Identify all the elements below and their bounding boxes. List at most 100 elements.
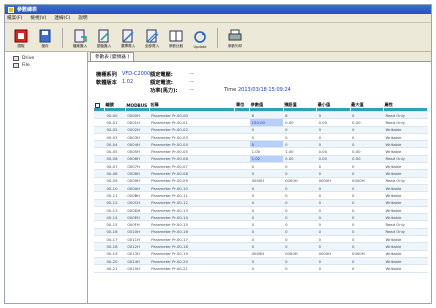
table-row[interactable]: 00-17 0011H Parameter Pr.00-17 0 0 0 0 Writable xyxy=(94,235,428,244)
row-select-cell[interactable] xyxy=(94,126,105,134)
row-select-cell[interactable] xyxy=(94,220,105,229)
row-select-cell[interactable] xyxy=(94,169,105,178)
table-cell: Read Only xyxy=(383,228,428,237)
table-cell[interactable]: 0 xyxy=(249,184,284,193)
row-select-cell[interactable] xyxy=(94,257,105,266)
row-select-cell[interactable] xyxy=(94,147,105,156)
table-cell[interactable]: 0 xyxy=(249,235,284,244)
table-cell xyxy=(234,250,250,258)
table-cell[interactable]: 0 xyxy=(249,206,284,215)
table-cell[interactable]: 0 xyxy=(249,133,284,142)
table-row[interactable]: 00-12 000CH Parameter Pr.00-12 0 0 0 0 Writable xyxy=(94,199,428,207)
table-cell[interactable]: 0 xyxy=(249,220,284,229)
table-row[interactable]: 00-08 0008H Parameter Pr.00-08 0 0 0 0 Writable xyxy=(94,169,428,178)
table-cell: 0 xyxy=(350,257,384,266)
select-all-checkbox[interactable] xyxy=(95,102,100,108)
table-row[interactable]: 00-18 0012H Parameter Pr.00-18 0 0 0 0 Writable xyxy=(94,242,428,251)
table-cell[interactable]: 0000H xyxy=(249,250,284,258)
save-button[interactable]: 儲存 xyxy=(35,29,55,49)
table-row[interactable]: 00-03 0003H Parameter Pr.00-03 0 0 0 0 Writable xyxy=(94,133,428,142)
table-row[interactable]: 00-13 000DH Parameter Pr.00-13 0 0 0 0 Writable xyxy=(94,206,428,215)
print-button[interactable]: 參數列印 xyxy=(225,29,245,49)
table-cell[interactable]: 0 xyxy=(249,199,284,207)
row-select-cell[interactable] xyxy=(94,228,105,237)
table-cell[interactable]: 0 xyxy=(249,140,284,149)
table-row[interactable]: 00-16 0010H Parameter Pr.00-16 0 0 0 0 Read Onl… xyxy=(94,228,428,237)
table-cell[interactable]: 1.02 xyxy=(249,155,284,164)
row-select-cell[interactable] xyxy=(94,155,105,164)
print-icon xyxy=(228,29,242,41)
table-cell: 0009H xyxy=(125,177,150,185)
row-select-cell[interactable] xyxy=(94,206,105,215)
menu-view[interactable]: 檢視(V) xyxy=(30,15,46,21)
row-select-cell[interactable] xyxy=(94,199,105,207)
table-cell: Parameter Pr.00-09 xyxy=(149,177,235,185)
table-row[interactable]: 00-21 0015H Parameter Pr.00-21 0 0 0 0 Writable xyxy=(94,264,428,273)
table-row[interactable]: 00-02 0002H Parameter Pr.00-02 0 0 0 0 Writable xyxy=(94,126,428,134)
table-cell[interactable]: 0 xyxy=(249,257,284,266)
table-cell[interactable]: 0 xyxy=(249,162,284,171)
row-select-cell[interactable] xyxy=(94,118,105,127)
row-select-cell[interactable] xyxy=(94,177,105,185)
row-select-cell[interactable] xyxy=(94,250,105,258)
table-row[interactable]: 00-20 0014H Parameter Pr.00-20 0 0 0 0 Writable xyxy=(94,257,428,266)
table-cell: 0 xyxy=(283,133,317,142)
read-import-icon xyxy=(98,29,109,43)
row-select-cell[interactable] xyxy=(94,242,105,251)
row-select-cell[interactable] xyxy=(94,213,105,222)
table-cell[interactable]: 0 xyxy=(249,169,284,178)
read-button[interactable]: 讀取 xyxy=(11,29,31,49)
table-cell[interactable]: 0 xyxy=(249,191,284,200)
row-select-cell[interactable] xyxy=(94,235,105,244)
row-select-cell[interactable] xyxy=(94,140,105,149)
voltage-value: -- xyxy=(190,71,194,77)
table-row[interactable]: 00-09 0009H Parameter Pr.00-09 0000H 0000H 00… xyxy=(94,177,428,185)
row-select-cell[interactable] xyxy=(94,191,105,200)
menu-help[interactable]: 說明 xyxy=(78,15,87,21)
table-cell: 0 xyxy=(350,111,384,120)
table-row[interactable]: 00-10 000AH Parameter Pr.00-10 0 0 0 0 Writable xyxy=(94,184,428,193)
table-cell: 0 xyxy=(316,162,351,171)
table-row[interactable]: 00-14 000EH Parameter Pr.00-14 0 0 0 0 Writable xyxy=(94,213,428,222)
time-label: Time xyxy=(224,87,237,93)
read-import-button[interactable]: 讀值匯入 xyxy=(94,29,114,49)
table-cell[interactable]: 6 xyxy=(249,111,284,120)
tree-item-drive[interactable]: Drive xyxy=(7,55,85,62)
tab-parameters[interactable]: 參數表 [變頻器 ] xyxy=(90,52,135,61)
row-select-cell[interactable] xyxy=(94,133,105,142)
table-row[interactable]: 00-15 000FH Parameter Pr.00-15 0 0 0 0 Read Onl… xyxy=(94,220,428,229)
update-button[interactable]: Update xyxy=(190,30,210,49)
select-write-button[interactable]: 選擇寫入 xyxy=(118,29,138,49)
write-all-button[interactable]: 全部寫入 xyxy=(142,29,162,49)
table-cell[interactable]: 0 xyxy=(249,228,284,237)
table-cell xyxy=(234,162,250,171)
row-select-cell[interactable] xyxy=(94,111,105,120)
row-select-cell[interactable] xyxy=(94,162,105,171)
table-row[interactable]: 00-05 0005H Parameter Pr.00-05 1.00 1.00 0.00… xyxy=(94,147,428,156)
table-cell: 00-19 xyxy=(104,250,126,258)
table-row[interactable]: 00-19 0013H Parameter Pr.00-19 0000H 0000H 00… xyxy=(94,250,428,258)
row-select-cell[interactable] xyxy=(94,184,105,193)
table-row[interactable]: 00-04 0004H Parameter Pr.00-04 0 0 0 0 Writable xyxy=(94,140,428,149)
table-cell[interactable]: 0 xyxy=(249,264,284,273)
tree-item-file[interactable]: File xyxy=(7,62,85,69)
import-button[interactable]: 檔案匯入 xyxy=(70,29,90,49)
table-cell: 0 xyxy=(283,206,317,215)
table-row[interactable]: 00-06 0006H Parameter Pr.00-06 1.02 0.00 0.00… xyxy=(94,155,428,164)
import-icon xyxy=(74,29,87,43)
table-cell[interactable]: 1.00 xyxy=(249,147,284,156)
table-row[interactable]: 00-01 0001H Parameter Pr.00-01 150.00 0.00 0.… xyxy=(94,118,428,127)
table-row[interactable]: 00-11 000BH Parameter Pr.00-11 0 0 0 0 Writable xyxy=(94,191,428,200)
menu-file[interactable]: 檔案(F) xyxy=(7,15,22,21)
row-select-cell[interactable] xyxy=(94,264,105,273)
table-cell[interactable]: 0 xyxy=(249,213,284,222)
menu-connect[interactable]: 連線(C) xyxy=(54,15,70,21)
table-cell[interactable]: 150.00 xyxy=(249,118,284,127)
table-cell[interactable]: 0000H xyxy=(249,177,284,185)
table-cell[interactable]: 0 xyxy=(249,126,284,134)
compare-button[interactable]: 參數比較 xyxy=(166,29,186,49)
table-row[interactable]: 00-00 0000H Parameter Pr.00-00 6 6 0 0 Read Onl… xyxy=(94,111,428,120)
table-cell xyxy=(234,213,250,222)
table-row[interactable]: 00-07 0007H Parameter Pr.00-07 0 0 0 0 Writable xyxy=(94,162,428,171)
table-cell[interactable]: 0 xyxy=(249,242,284,251)
